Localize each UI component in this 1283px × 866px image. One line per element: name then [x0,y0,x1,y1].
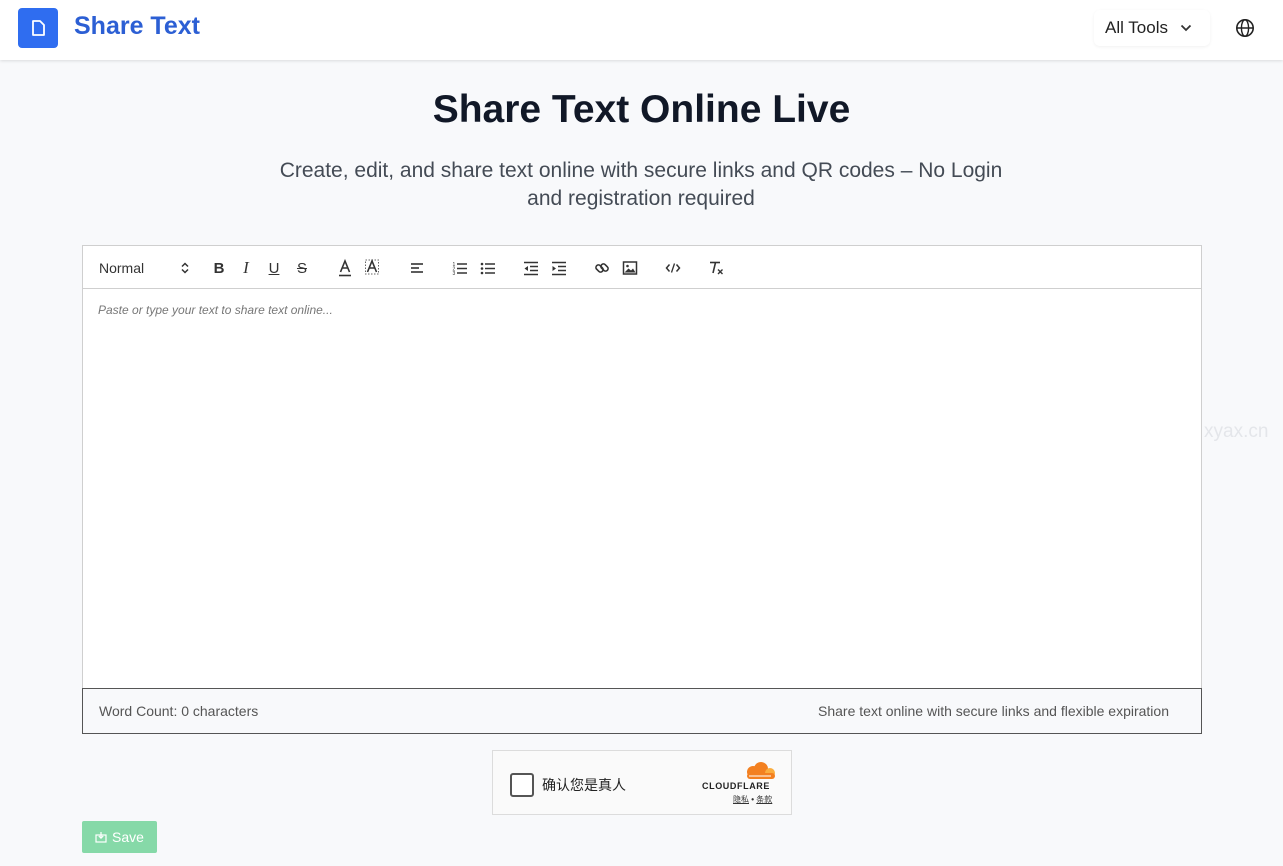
bullet-list-icon[interactable] [480,258,496,278]
rich-text-editor: Normal B I U S 1 2 3 Paste or type your … [82,245,1202,734]
download-icon [95,832,107,843]
underline-icon[interactable]: U [266,258,282,278]
text-color-icon[interactable] [337,258,353,278]
link-icon[interactable] [594,258,610,278]
editor-footer: Word Count: 0 characters Share text onli… [82,688,1202,734]
clear-format-icon[interactable] [708,258,724,278]
terms-link[interactable]: 条款 [756,795,772,804]
outdent-icon[interactable] [523,258,539,278]
document-icon [32,20,45,36]
bold-icon[interactable]: B [211,258,227,278]
save-button[interactable]: Save [82,821,157,853]
captcha-widget: 确认您是真人 CLOUDFLARE 隐私 • 条款 [492,750,792,815]
captcha-links: 隐私 • 条款 [733,794,772,805]
word-count: Word Count: 0 characters [99,703,259,719]
indent-icon[interactable] [551,258,567,278]
footer-note: Share text online with secure links and … [818,703,1169,719]
heading-select[interactable]: Normal [99,258,189,278]
chevron-down-icon [1180,24,1192,32]
image-icon[interactable] [622,258,638,278]
logo[interactable] [18,8,58,48]
save-label: Save [112,829,144,845]
top-nav: Share Text All Tools [0,0,1283,60]
globe-icon[interactable] [1235,18,1255,38]
italic-icon[interactable]: I [238,258,254,278]
strike-icon[interactable]: S [294,258,310,278]
editor-toolbar: Normal B I U S 1 2 3 [83,246,1201,289]
privacy-link[interactable]: 隐私 [733,795,749,804]
page-subtitle: Create, edit, and share text online with… [279,159,1003,210]
cloudflare-brand: CLOUDFLARE [702,781,770,791]
brand-name[interactable]: Share Text [74,12,200,41]
all-tools-dropdown[interactable]: All Tools [1094,10,1210,46]
page-title: Share Text Online Live [432,88,851,131]
svg-text:3: 3 [453,271,456,277]
all-tools-label: All Tools [1105,18,1168,37]
watermark: xyax.cn [1204,421,1269,442]
background-color-icon[interactable] [364,258,380,278]
captcha-label: 确认您是真人 [542,777,626,793]
captcha-checkbox[interactable] [510,773,534,797]
heading-select-value: Normal [99,260,145,276]
code-icon[interactable] [665,258,681,278]
align-icon[interactable] [409,258,425,278]
editor-text-area[interactable]: Paste or type your text to share text on… [83,289,1201,689]
link-separator: • [751,795,755,804]
editor-placeholder: Paste or type your text to share text on… [98,303,333,317]
ordered-list-icon[interactable]: 1 2 3 [452,258,468,278]
select-arrows-icon [181,262,189,274]
cloudflare-cloud-icon [747,762,775,779]
